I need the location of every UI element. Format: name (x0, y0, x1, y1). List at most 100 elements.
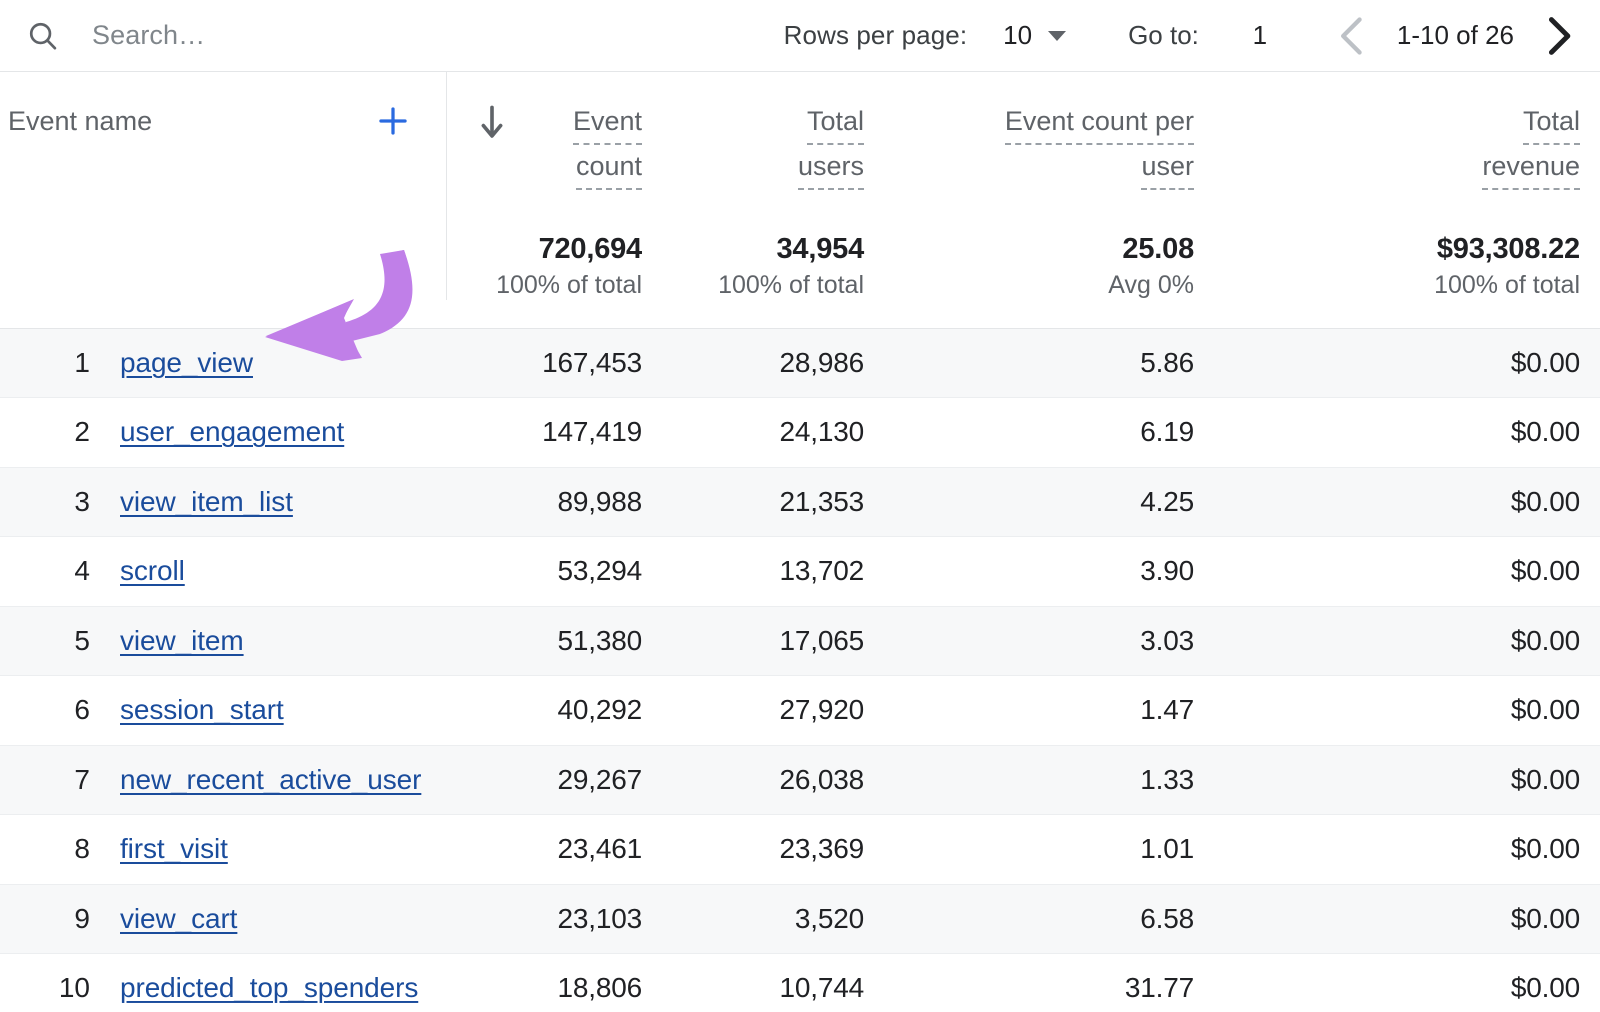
event-name-link[interactable]: view_item_list (120, 486, 293, 517)
row-rank: 9 (0, 884, 112, 954)
row-total-users: 27,920 (662, 676, 884, 746)
search-icon[interactable] (26, 19, 60, 53)
table-row[interactable]: 7new_recent_active_user29,26726,0381.33$… (0, 745, 1600, 815)
header-total-users[interactable]: Total users (662, 72, 884, 228)
summary-count-per-user-value: 25.08 (884, 232, 1194, 266)
header-event-count-per-user[interactable]: Event count per user (884, 72, 1214, 228)
row-total-users: 28,986 (662, 328, 884, 398)
dimension-header-cell[interactable]: Event name (0, 72, 446, 228)
header-event-count[interactable]: Event count (446, 72, 662, 228)
table-row[interactable]: 10predicted_top_spenders18,80610,74431.7… (0, 954, 1600, 1012)
event-name-link[interactable]: session_start (120, 694, 284, 725)
row-rank: 4 (0, 537, 112, 607)
summary-event-count-value: 720,694 (446, 232, 642, 266)
event-name-link[interactable]: view_cart (120, 903, 237, 934)
table-header: Event name Event count (0, 72, 1600, 328)
dimension-header-label: Event name (8, 106, 152, 137)
row-count-per-user: 6.19 (884, 398, 1214, 468)
row-revenue: $0.00 (1214, 676, 1600, 746)
event-name-link[interactable]: predicted_top_spenders (120, 972, 418, 1003)
event-name-link[interactable]: scroll (120, 555, 185, 586)
header-event-count-line2: count (576, 147, 642, 190)
summary-row: 720,694 100% of total 34,954 100% of tot… (0, 228, 1600, 328)
row-rank: 5 (0, 606, 112, 676)
search-area[interactable]: Search… (0, 19, 205, 53)
row-event-count: 29,267 (446, 745, 662, 815)
row-event-count: 23,103 (446, 884, 662, 954)
row-event-name: first_visit (112, 815, 446, 885)
header-row: Event name Event count (0, 72, 1600, 228)
table-row[interactable]: 1page_view167,45328,9865.86$0.00 (0, 328, 1600, 398)
row-event-name: view_cart (112, 884, 446, 954)
row-rank: 10 (0, 954, 112, 1012)
row-count-per-user: 3.03 (884, 606, 1214, 676)
table-row[interactable]: 8first_visit23,46123,3691.01$0.00 (0, 815, 1600, 885)
row-revenue: $0.00 (1214, 606, 1600, 676)
summary-count-per-user-sub: Avg 0% (884, 266, 1194, 304)
header-total-revenue[interactable]: Total revenue (1214, 72, 1600, 228)
row-revenue: $0.00 (1214, 745, 1600, 815)
row-event-count: 89,988 (446, 467, 662, 537)
rows-per-page-select[interactable]: 10 (1003, 20, 1066, 51)
row-revenue: $0.00 (1214, 815, 1600, 885)
table-row[interactable]: 9view_cart23,1033,5206.58$0.00 (0, 884, 1600, 954)
event-name-link[interactable]: first_visit (120, 833, 228, 864)
sort-descending-icon[interactable] (478, 104, 506, 142)
row-revenue: $0.00 (1214, 398, 1600, 468)
summary-event-count-sub: 100% of total (446, 266, 642, 304)
table-body: 1page_view167,45328,9865.86$0.002user_en… (0, 328, 1600, 1012)
row-count-per-user: 1.33 (884, 745, 1214, 815)
summary-total-revenue-value: $93,308.22 (1214, 232, 1580, 266)
chevron-left-icon[interactable] (1333, 13, 1373, 59)
header-event-count-per-user-line1: Event count per (1005, 102, 1194, 145)
row-count-per-user: 5.86 (884, 328, 1214, 398)
row-event-name: user_engagement (112, 398, 446, 468)
summary-event-count: 720,694 100% of total (446, 228, 662, 328)
row-event-count: 167,453 (446, 328, 662, 398)
search-input[interactable]: Search… (92, 20, 205, 51)
row-total-users: 13,702 (662, 537, 884, 607)
rows-per-page-value: 10 (1003, 20, 1032, 51)
chevron-down-icon (1048, 31, 1066, 41)
summary-total-users: 34,954 100% of total (662, 228, 884, 328)
event-name-link[interactable]: user_engagement (120, 416, 344, 447)
table-row[interactable]: 4scroll53,29413,7023.90$0.00 (0, 537, 1600, 607)
table-row[interactable]: 5view_item51,38017,0653.03$0.00 (0, 606, 1600, 676)
event-name-link[interactable]: page_view (120, 347, 253, 378)
go-to-input[interactable]: 1 (1251, 20, 1269, 51)
row-count-per-user: 3.90 (884, 537, 1214, 607)
row-event-name: session_start (112, 676, 446, 746)
chevron-right-icon[interactable] (1538, 13, 1578, 59)
row-event-name: view_item (112, 606, 446, 676)
table-toolbar: Search… Rows per page: 10 Go to: 1 1-10 … (0, 0, 1600, 72)
row-rank: 6 (0, 676, 112, 746)
summary-total-users-value: 34,954 (662, 232, 864, 266)
go-to-label: Go to: (1128, 20, 1199, 51)
arrow-down-icon[interactable] (446, 102, 472, 136)
row-count-per-user: 31.77 (884, 954, 1214, 1012)
row-revenue: $0.00 (1214, 884, 1600, 954)
event-name-link[interactable]: new_recent_active_user (120, 764, 421, 795)
row-revenue: $0.00 (1214, 537, 1600, 607)
summary-total-users-sub: 100% of total (662, 266, 864, 304)
row-count-per-user: 6.58 (884, 884, 1214, 954)
row-total-users: 26,038 (662, 745, 884, 815)
rows-per-page-label: Rows per page: (784, 20, 968, 51)
row-rank: 8 (0, 815, 112, 885)
header-total-revenue-line1: Total (1523, 102, 1580, 145)
summary-total-revenue: $93,308.22 100% of total (1214, 228, 1600, 328)
table-row[interactable]: 6session_start40,29227,9201.47$0.00 (0, 676, 1600, 746)
event-name-link[interactable]: view_item (120, 625, 244, 656)
table-row[interactable]: 2user_engagement147,41924,1306.19$0.00 (0, 398, 1600, 468)
row-event-count: 51,380 (446, 606, 662, 676)
row-event-name: predicted_top_spenders (112, 954, 446, 1012)
plus-icon[interactable] (376, 104, 410, 138)
pagination-controls: Rows per page: 10 Go to: 1 1-10 of 26 (784, 13, 1600, 59)
row-revenue: $0.00 (1214, 467, 1600, 537)
row-event-count: 40,292 (446, 676, 662, 746)
row-total-users: 24,130 (662, 398, 884, 468)
row-count-per-user: 4.25 (884, 467, 1214, 537)
table-row[interactable]: 3view_item_list89,98821,3534.25$0.00 (0, 467, 1600, 537)
summary-count-per-user: 25.08 Avg 0% (884, 228, 1214, 328)
dimension-metric-divider (446, 72, 447, 300)
